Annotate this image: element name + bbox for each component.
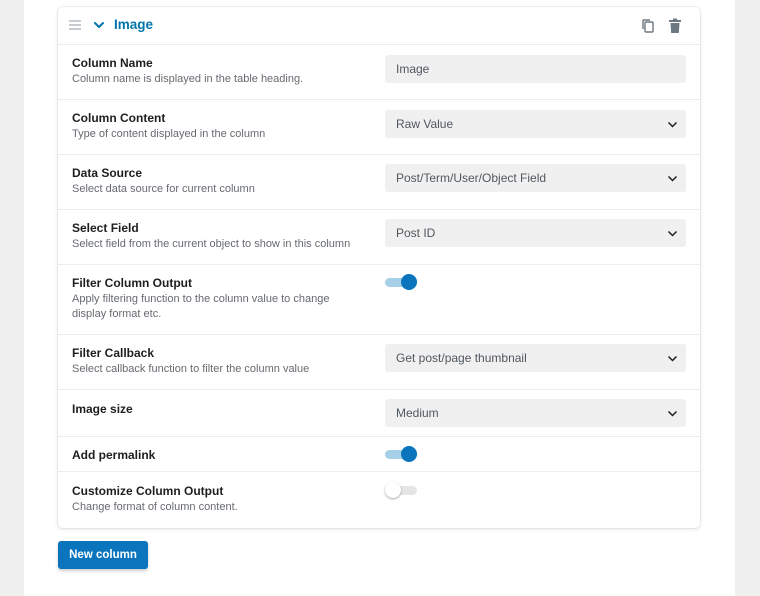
- data-source-row: Data Source Select data source for curre…: [58, 155, 700, 210]
- new-column-button[interactable]: New column: [58, 541, 148, 569]
- image-size-row: Image size Medium: [58, 390, 700, 437]
- column-name-input[interactable]: Image: [385, 55, 686, 83]
- toggle-knob: [385, 482, 401, 498]
- image-size-value: Medium: [396, 406, 439, 420]
- filter-callback-select[interactable]: Get post/page thumbnail: [385, 344, 686, 372]
- data-source-description: Select data source for current column: [72, 183, 255, 195]
- copy-icon[interactable]: [641, 18, 655, 34]
- data-source-label: Data Source: [72, 166, 143, 180]
- customize-output-row: Customize Column Output Change format of…: [58, 472, 700, 528]
- chevron-down-icon: [667, 175, 678, 182]
- column-content-select[interactable]: Raw Value: [385, 110, 686, 138]
- chevron-down-icon: [667, 410, 678, 417]
- page-background: [735, 0, 760, 596]
- settings-panel: Image Column Name Column name is display…: [24, 0, 735, 596]
- add-permalink-row: Add permalink: [58, 437, 700, 472]
- select-field-value: Post ID: [396, 226, 436, 240]
- column-name-description: Column name is displayed in the table he…: [72, 73, 304, 85]
- column-card: Image Column Name Column name is display…: [58, 7, 700, 528]
- filter-callback-label: Filter Callback: [72, 346, 155, 360]
- toggle-knob: [401, 446, 417, 462]
- filter-callback-row: Filter Callback Select callback function…: [58, 335, 700, 390]
- filter-callback-value: Get post/page thumbnail: [396, 351, 527, 365]
- customize-output-label: Customize Column Output: [72, 484, 224, 498]
- filter-output-description: Apply filtering function to the column v…: [72, 293, 330, 320]
- chevron-down-icon: [667, 230, 678, 237]
- filter-output-label: Filter Column Output: [72, 276, 192, 290]
- column-content-description: Type of content displayed in the column: [72, 128, 266, 140]
- trash-icon[interactable]: [668, 18, 682, 34]
- column-content-label: Column Content: [72, 111, 166, 125]
- column-content-value: Raw Value: [396, 117, 454, 131]
- chevron-down-icon: [667, 121, 678, 128]
- data-source-select[interactable]: Post/Term/User/Object Field: [385, 164, 686, 192]
- customize-output-toggle[interactable]: [385, 482, 418, 498]
- image-size-select[interactable]: Medium: [385, 399, 686, 427]
- select-field-row: Select Field Select field from the curre…: [58, 210, 700, 265]
- filter-output-toggle[interactable]: [385, 274, 418, 290]
- chevron-down-icon[interactable]: [93, 19, 105, 31]
- drag-handle-icon[interactable]: [69, 20, 81, 30]
- column-name-label: Column Name: [72, 56, 153, 70]
- column-name-row: Column Name Column name is displayed in …: [58, 45, 700, 100]
- add-permalink-toggle[interactable]: [385, 446, 418, 462]
- column-card-header[interactable]: Image: [58, 7, 700, 45]
- column-content-row: Column Content Type of content displayed…: [58, 100, 700, 155]
- customize-output-description: Change format of column content.: [72, 501, 238, 513]
- data-source-value: Post/Term/User/Object Field: [396, 171, 547, 185]
- filter-output-row: Filter Column Output Apply filtering fun…: [58, 265, 700, 335]
- filter-callback-description: Select callback function to filter the c…: [72, 363, 310, 375]
- select-field-description: Select field from the current object to …: [72, 238, 351, 250]
- column-title[interactable]: Image: [114, 17, 153, 32]
- image-size-label: Image size: [72, 402, 133, 416]
- chevron-down-icon: [667, 355, 678, 362]
- toggle-knob: [401, 274, 417, 290]
- add-permalink-label: Add permalink: [72, 448, 156, 462]
- select-field-label: Select Field: [72, 221, 139, 235]
- column-name-value: Image: [396, 62, 430, 76]
- select-field-select[interactable]: Post ID: [385, 219, 686, 247]
